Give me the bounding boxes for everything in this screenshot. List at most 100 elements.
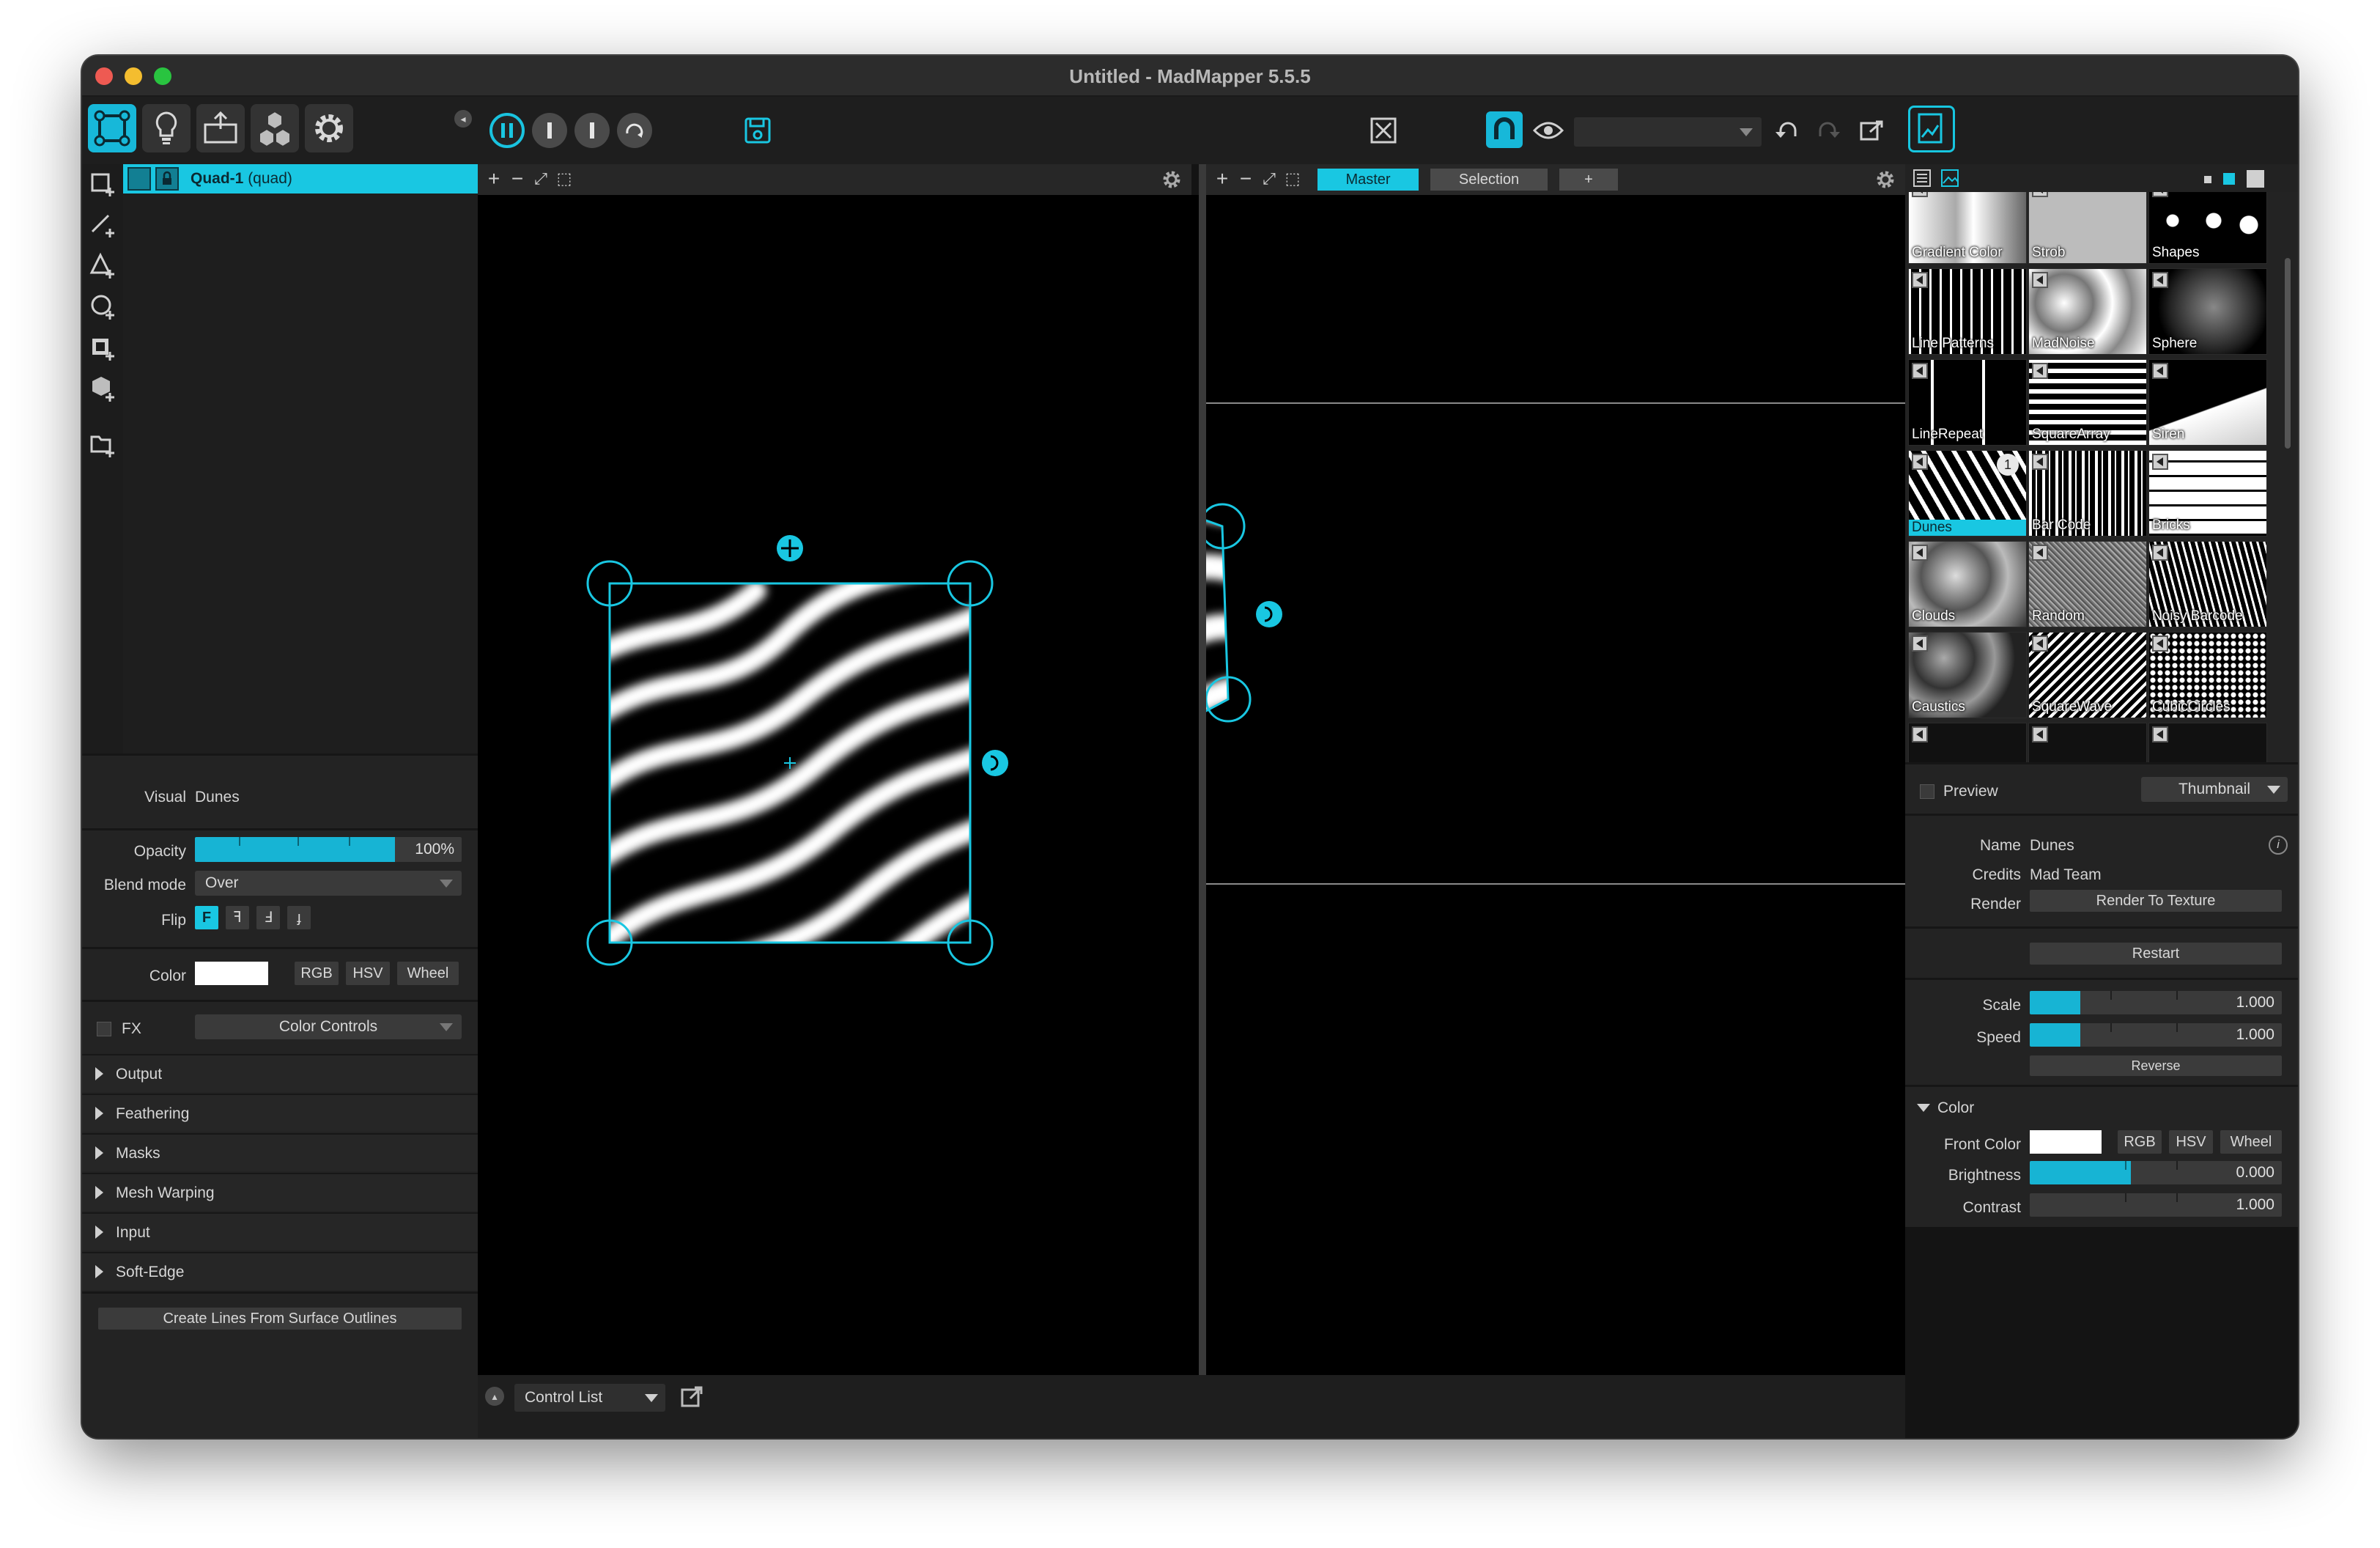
large-thumb-size-icon[interactable] (2247, 170, 2264, 188)
tab-master[interactable]: Master (1318, 169, 1419, 191)
color-section-header[interactable]: Color (1905, 1089, 2298, 1126)
add-circle-tool[interactable] (88, 292, 117, 321)
library-thumb[interactable]: SquareWave (2028, 632, 2147, 718)
library-thumb[interactable]: Clouds (1908, 541, 2027, 627)
fullscreen-button[interactable] (1366, 113, 1401, 148)
play-preview-icon[interactable] (2152, 635, 2168, 652)
library-thumb[interactable] (2148, 723, 2267, 762)
play-preview-icon[interactable] (2152, 545, 2168, 561)
section-input[interactable]: Input (82, 1212, 478, 1250)
add-triangle-tool[interactable] (88, 251, 117, 280)
library-thumb[interactable]: Bar Code (2028, 450, 2147, 537)
redo-button[interactable] (1813, 114, 1845, 147)
select-area-icon[interactable]: ⬚ (554, 167, 574, 191)
small-thumb-size-icon[interactable] (2204, 176, 2211, 183)
collapse-left-icon[interactable]: ◂ (454, 110, 472, 128)
3d-mode-button[interactable] (251, 104, 299, 152)
view-splitter[interactable] (1199, 164, 1206, 1375)
zoom-out-icon[interactable]: − (507, 167, 528, 191)
play-preview-icon[interactable] (2152, 363, 2168, 379)
front-color-hsv-button[interactable]: HSV (2169, 1130, 2213, 1154)
input-surface-svg[interactable] (478, 195, 1199, 1375)
scale-slider[interactable]: 1.000 (2030, 991, 2282, 1014)
zoom-out-icon[interactable]: − (1235, 167, 1256, 191)
add-tab-button[interactable]: + (1559, 169, 1618, 191)
blend-mode-dropdown[interactable]: Over (195, 871, 462, 896)
library-thumb[interactable]: Shapes (2148, 192, 2267, 264)
input-view-canvas[interactable] (478, 195, 1199, 1375)
list-view-icon[interactable] (1911, 167, 1933, 189)
snap-button[interactable] (1486, 111, 1523, 148)
section-feathering[interactable]: Feathering (82, 1094, 478, 1132)
flip-both-button[interactable]: ɟ (287, 906, 311, 929)
lights-mode-button[interactable] (142, 104, 191, 152)
fx-checkbox[interactable] (97, 1022, 111, 1036)
contrast-slider[interactable]: 1.000 (2030, 1193, 2282, 1217)
section-masks[interactable]: Masks (82, 1133, 478, 1171)
library-thumb[interactable]: LineRepeat (1908, 359, 2027, 446)
image-view-icon[interactable] (1939, 167, 1961, 189)
fit-view-icon[interactable]: ⤢ (531, 167, 551, 191)
play-preview-icon[interactable] (2152, 192, 2168, 197)
fx-dropdown[interactable]: Color Controls (195, 1014, 462, 1039)
play-preview-icon[interactable] (2032, 454, 2048, 470)
settings-button[interactable] (305, 104, 353, 152)
library-thumb[interactable]: Noisy Barcode (2148, 541, 2267, 627)
blackout-button[interactable] (574, 113, 610, 148)
output-view-settings[interactable] (1874, 169, 1896, 191)
control-list-dropdown[interactable]: Control List (514, 1384, 665, 1412)
add-line-tool[interactable] (88, 210, 117, 239)
undo-button[interactable] (1770, 114, 1803, 147)
info-icon[interactable]: i (2269, 836, 2288, 855)
play-preview-icon[interactable] (2032, 272, 2048, 288)
export-button[interactable] (1855, 114, 1888, 147)
library-scrollbar[interactable] (2285, 258, 2291, 449)
library-thumb[interactable]: Bricks (2148, 450, 2267, 537)
preview-visibility-button[interactable] (1530, 113, 1567, 148)
add-mask-tool[interactable] (88, 333, 117, 362)
section-output[interactable]: Output (82, 1054, 478, 1092)
play-preview-icon[interactable] (1912, 635, 1928, 652)
color-hsv-button[interactable]: HSV (346, 962, 390, 985)
output-view-canvas[interactable] (1206, 195, 1905, 1375)
play-preview-icon[interactable] (2032, 192, 2048, 197)
add-quad-tool[interactable] (88, 169, 117, 198)
preview-mode-dropdown[interactable]: Thumbnail (2141, 777, 2288, 802)
section-soft-edge[interactable]: Soft-Edge (82, 1252, 478, 1290)
visibility-toggle-icon[interactable] (128, 167, 151, 191)
add-group-tool[interactable] (88, 430, 117, 459)
select-area-icon[interactable]: ⬚ (1282, 167, 1303, 191)
play-preview-icon[interactable] (2152, 726, 2168, 742)
play-preview-icon[interactable] (1912, 726, 1928, 742)
library-thumb[interactable]: Sphere (2148, 268, 2267, 355)
play-preview-icon[interactable] (2152, 272, 2168, 288)
front-color-swatch[interactable] (2030, 1130, 2102, 1154)
rotate-handle-icon[interactable] (982, 750, 1008, 776)
create-lines-button[interactable]: Create Lines From Surface Outlines (98, 1308, 462, 1330)
surface-list-item[interactable]: Quad-1 (quad) (123, 164, 478, 194)
preset-dropdown[interactable] (1574, 117, 1762, 147)
flip-vertical-button[interactable]: Ⅎ (256, 906, 280, 929)
library-thumb[interactable]: Caustics (1908, 632, 2027, 718)
zoom-in-icon[interactable]: + (1212, 167, 1232, 191)
play-preview-icon[interactable] (2152, 454, 2168, 470)
play-preview-icon[interactable] (2032, 545, 2048, 561)
library-thumb[interactable]: Siren (2148, 359, 2267, 446)
reverse-button[interactable]: Reverse (2030, 1055, 2282, 1076)
speed-slider[interactable]: 1.000 (2030, 1023, 2282, 1047)
library-toggle-button[interactable] (1908, 106, 1955, 152)
flip-none-button[interactable]: F (195, 906, 218, 929)
render-to-texture-button[interactable]: Render To Texture (2030, 890, 2282, 912)
collapse-bottom-icon[interactable]: ▴ (485, 1387, 504, 1406)
front-color-rgb-button[interactable]: RGB (2118, 1130, 2162, 1154)
play-preview-icon[interactable] (2032, 363, 2048, 379)
brightness-slider[interactable]: 0.000 (2030, 1161, 2282, 1184)
play-preview-icon[interactable] (1912, 545, 1928, 561)
library-thumb[interactable]: Random (2028, 541, 2147, 627)
detach-panel-button[interactable] (679, 1384, 705, 1410)
restart-media-button[interactable] (617, 113, 652, 148)
fit-view-icon[interactable]: ⤢ (1259, 167, 1279, 191)
color-swatch[interactable] (195, 962, 268, 985)
pause-button[interactable] (489, 113, 525, 148)
play-preview-icon[interactable] (1912, 192, 1928, 197)
